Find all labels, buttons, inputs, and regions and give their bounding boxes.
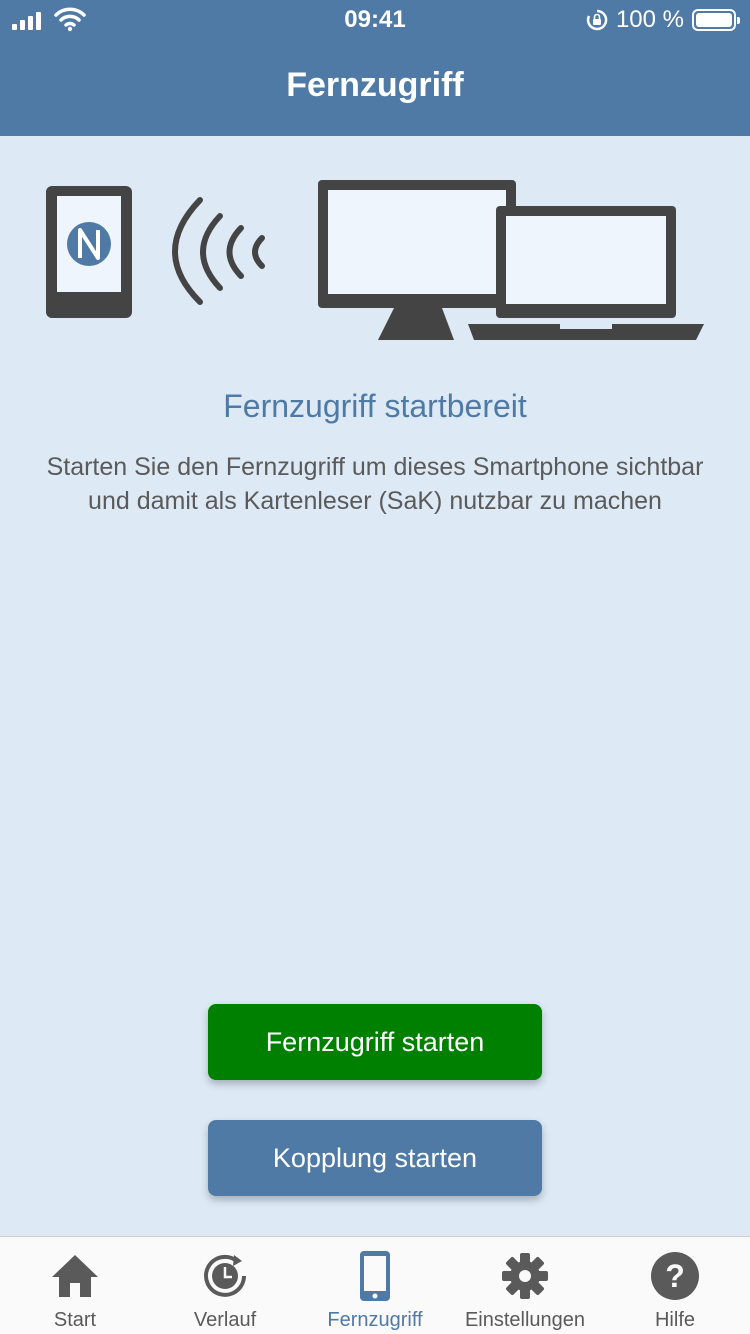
rotation-lock-icon (586, 9, 608, 31)
status-heading: Fernzugriff startbereit (223, 388, 527, 424)
tab-start[interactable]: Start (0, 1237, 150, 1334)
tab-label: Hilfe (654, 1309, 695, 1331)
gear-icon (502, 1253, 548, 1299)
status-bar: 09:41 100 % (0, 0, 750, 40)
status-description: Starten Sie den Fernzugriff um dieses Sm… (46, 453, 704, 515)
battery-icon (692, 9, 740, 31)
history-icon (204, 1254, 246, 1297)
navigation-bar: Fernzugriff (0, 40, 750, 136)
start-pairing-button[interactable]: Kopplung starten (208, 1120, 542, 1196)
tab-help[interactable]: ? Hilfe (600, 1237, 750, 1334)
tab-remote-access[interactable]: Fernzugriff (300, 1237, 450, 1334)
wireless-waves-icon (172, 197, 265, 305)
home-icon (52, 1255, 98, 1297)
help-icon: ? (651, 1252, 699, 1300)
tab-label: Verlauf (193, 1309, 257, 1331)
laptop-icon (468, 206, 704, 340)
page-title: Fernzugriff (286, 66, 464, 104)
tab-history[interactable]: Verlauf (150, 1237, 300, 1334)
tab-bar: Start Verlauf Fernzugriff Einstellungen … (0, 1236, 750, 1334)
tab-label: Fernzugriff (327, 1309, 423, 1331)
nfc-phone-icon (46, 186, 132, 318)
battery-percentage: 100 % (615, 6, 684, 33)
tab-settings[interactable]: Einstellungen (450, 1237, 600, 1334)
tab-label: Start (53, 1309, 97, 1331)
start-remote-access-button[interactable]: Fernzugriff starten (208, 1004, 542, 1080)
svg-text:?: ? (665, 1258, 685, 1294)
monitor-icon (318, 180, 516, 340)
smartphone-icon (360, 1251, 390, 1301)
remote-access-illustration (46, 180, 704, 340)
tab-label: Einstellungen (464, 1309, 586, 1331)
